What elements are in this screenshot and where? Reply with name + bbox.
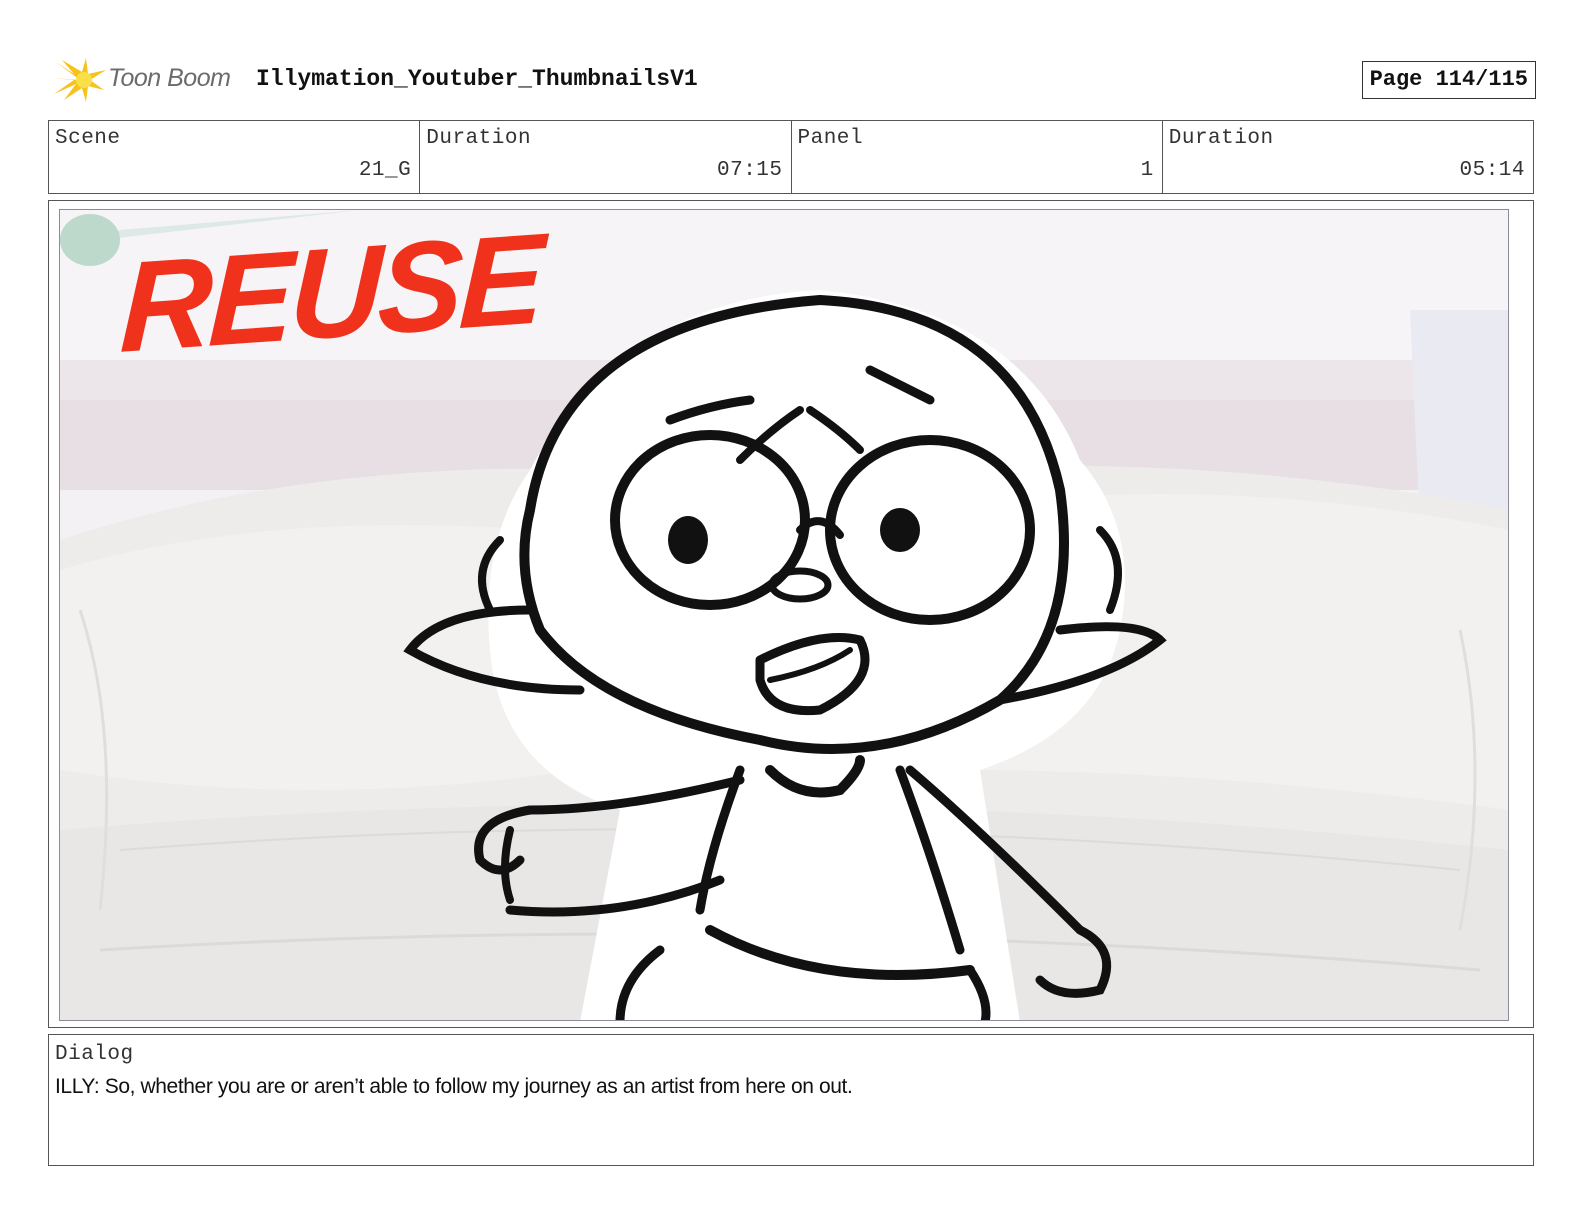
scene-duration-value: 07:15 — [716, 159, 783, 182]
storyboard-header: Toon Boom Illymation_Youtuber_Thumbnails… — [48, 56, 1536, 104]
dialog-box: Dialog ILLY: So, whether you are or aren… — [48, 1034, 1534, 1166]
storyboard-panel-frame: REUSE — [48, 200, 1534, 1028]
scene-info-row: Scene 21_G Duration 07:15 Panel 1 Durati… — [48, 120, 1534, 194]
panel-value: 1 — [1140, 159, 1154, 182]
reuse-stamp: REUSE — [118, 209, 544, 381]
scene-value: 21_G — [358, 159, 412, 182]
panel-duration-label: Duration — [1168, 127, 1274, 150]
scene-duration-cell: Duration 07:15 — [420, 121, 792, 193]
dialog-text: ILLY: So, whether you are or aren’t able… — [55, 1075, 853, 1098]
scene-cell: Scene 21_G — [49, 121, 421, 193]
burst-icon — [52, 58, 106, 102]
page-indicator: Page 114/115 — [1361, 61, 1536, 99]
scene-duration-label: Duration — [426, 127, 532, 150]
project-title: Illymation_Youtuber_ThumbnailsV1 — [256, 66, 698, 92]
panel-drawing: REUSE — [59, 209, 1509, 1021]
logo-wordmark: Toon Boom — [108, 64, 231, 92]
panel-label: Panel — [797, 127, 864, 150]
scene-label: Scene — [55, 127, 121, 150]
panel-cell: Panel 1 — [792, 121, 1163, 193]
panel-duration-value: 05:14 — [1459, 159, 1525, 182]
panel-duration-cell: Duration 05:14 — [1163, 121, 1533, 193]
dialog-label: Dialog — [55, 1043, 134, 1066]
toon-boom-logo: Toon Boom — [52, 56, 252, 104]
